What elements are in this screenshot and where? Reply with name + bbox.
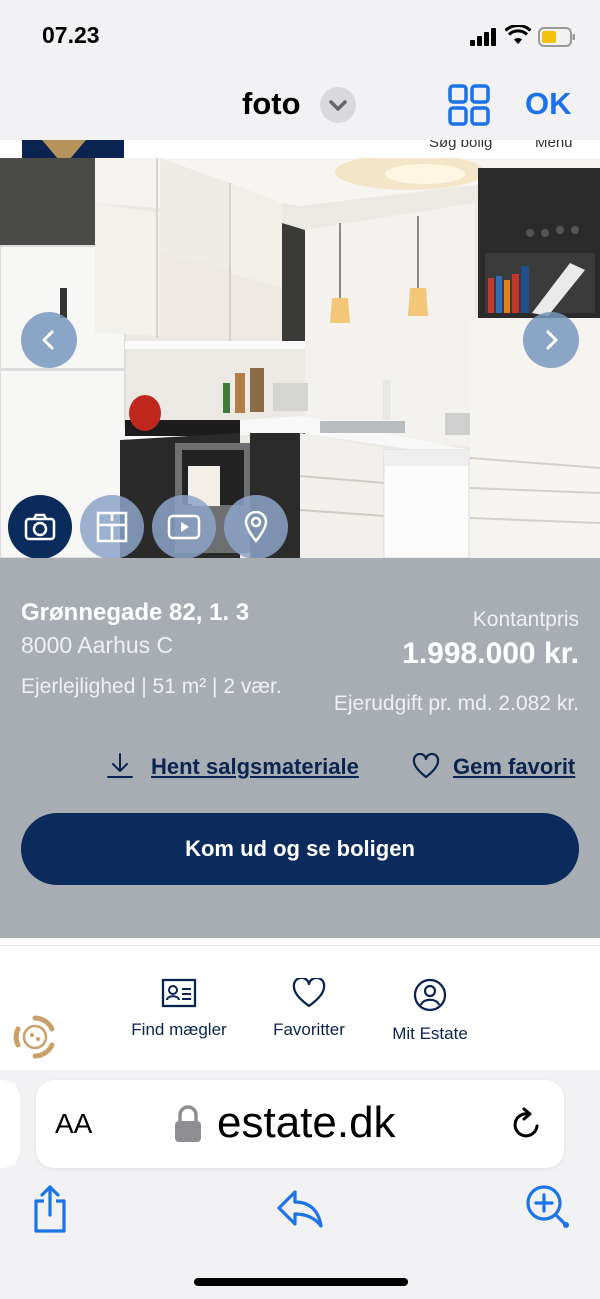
previous-photo-button[interactable] (21, 312, 77, 368)
next-photo-button[interactable] (523, 312, 579, 368)
grid-view-icon[interactable] (448, 84, 490, 126)
nav-find-agent-label: Find mægler (131, 1020, 227, 1039)
book-viewing-button[interactable]: Kom ud og se boligen (21, 813, 579, 885)
search-link[interactable]: Søg bolig (429, 140, 492, 151)
home-indicator[interactable] (194, 1278, 408, 1286)
chevron-down-icon (329, 100, 347, 111)
loading-spinner-icon (13, 1015, 55, 1059)
save-favorite-link[interactable]: Gem favorit (453, 754, 575, 780)
floorplan-button[interactable] (80, 495, 144, 559)
photo-viewer-nav: foto OK (0, 70, 600, 140)
battery-icon (538, 27, 575, 47)
page-title: foto (242, 86, 301, 121)
back-arrow-icon[interactable] (275, 1188, 325, 1228)
ok-button[interactable]: OK (525, 86, 572, 122)
lock-icon (175, 1105, 201, 1142)
wifi-icon (505, 25, 531, 44)
status-bar: 07.23 (0, 0, 600, 70)
floorplan-icon (96, 511, 128, 543)
url-domain: estate.dk (217, 1098, 396, 1147)
download-sales-material-link[interactable]: Hent salgsmateriale (151, 754, 359, 780)
property-info-panel: Grønnegade 82, 1. 3 8000 Aarhus C Ejerle… (0, 558, 600, 938)
user-icon (413, 978, 447, 1012)
chevron-left-icon (42, 330, 54, 350)
signal-icon (470, 28, 496, 46)
status-time: 07.23 (42, 22, 100, 48)
zoom-in-icon[interactable] (524, 1183, 572, 1231)
site-bottom-nav: Find mægler Favoritter Mit Estate (0, 945, 600, 1070)
price-label: Kontantpris (472, 608, 579, 631)
previous-tab-preview[interactable] (0, 1080, 20, 1168)
video-button[interactable] (152, 495, 216, 559)
reload-icon[interactable] (510, 1106, 544, 1142)
video-icon (167, 514, 201, 540)
nav-favorites[interactable]: Favoritter (271, 978, 347, 1040)
nav-my-estate[interactable]: Mit Estate (390, 978, 470, 1044)
id-card-icon (161, 978, 197, 1008)
nav-favorites-label: Favoritter (273, 1020, 345, 1039)
browser-toolbar: AA estate.dk (0, 1070, 600, 1299)
property-address: Grønnegade 82, 1. 3 (21, 599, 250, 626)
address-bar[interactable]: AA estate.dk (36, 1080, 564, 1168)
kitchen-photo-illustration (0, 158, 600, 558)
heart-icon (412, 753, 440, 779)
photos-button[interactable] (8, 495, 72, 559)
download-icon (107, 753, 133, 778)
title-dropdown-button[interactable] (320, 87, 356, 123)
chevron-right-icon (546, 330, 558, 350)
nav-find-agent[interactable]: Find mægler (131, 978, 227, 1040)
property-photo[interactable] (0, 158, 600, 558)
location-pin-icon (244, 511, 268, 543)
monthly-fee: Ejerudgift pr. md. 2.082 kr. (333, 692, 579, 715)
reader-options-button[interactable]: AA (55, 1108, 92, 1140)
location-button[interactable] (224, 495, 288, 559)
camera-icon (24, 513, 56, 541)
property-city: 8000 Aarhus C (21, 632, 174, 658)
share-icon[interactable] (30, 1185, 70, 1233)
heart-icon (292, 978, 326, 1008)
nav-my-estate-label: Mit Estate (392, 1024, 468, 1043)
property-specs: Ejerlejlighed | 51 m² | 2 vær. (21, 675, 282, 698)
property-price: 1.998.000 kr. (402, 637, 579, 670)
menu-link[interactable]: Menu (535, 140, 573, 151)
